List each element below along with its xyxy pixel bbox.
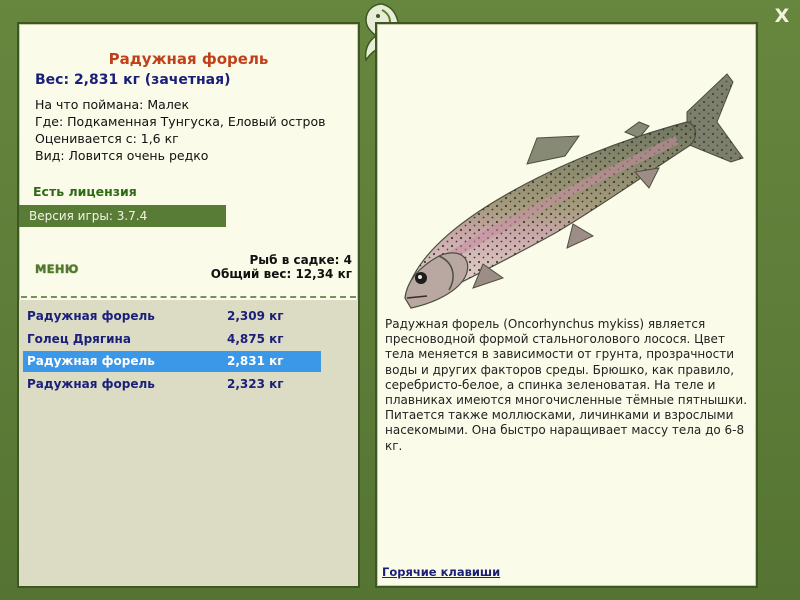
version-bar: Версия игры: 3.7.4 [19, 205, 226, 227]
catch-name: Радужная форель [27, 309, 155, 323]
catch-weight: 4,875 кг [227, 331, 284, 346]
fish-weight: Вес: 2,831 кг (зачетная) [35, 72, 231, 88]
catch-name: Радужная форель [27, 376, 155, 391]
rarity-info: Вид: Ловится очень редко [35, 148, 209, 163]
cage-count: Рыб в садке: 4 [249, 253, 353, 267]
catch-weight: 2,309 кг [227, 309, 284, 323]
cage-total-weight: Общий вес: 12,34 кг [210, 267, 352, 281]
catch-list: Радужная форель 2,309 кг Голец Дрягина 4… [23, 306, 321, 396]
catch-row[interactable]: Радужная форель 2,831 кг [23, 351, 321, 372]
valuation-info: Оценивается с: 1,6 кг [35, 131, 179, 146]
fish-info-panel: Радужная форель Вес: 2,831 кг (зачетная)… [17, 22, 360, 588]
location-info: Где: Подкаменная Тунгуска, Еловый остров [35, 114, 326, 129]
catch-row[interactable]: Радужная форель 2,323 кг [23, 374, 321, 395]
divider [21, 296, 356, 298]
catch-list-area: Радужная форель 2,309 кг Голец Дрягина 4… [19, 300, 358, 586]
hotkeys-link[interactable]: Горячие клавиши [382, 565, 500, 579]
catch-weight: 2,831 кг [227, 354, 284, 368]
fish-description-panel: Радужная форель (Oncorhynchus mykiss) яв… [375, 22, 758, 588]
fish-title: Радужная форель [108, 50, 269, 68]
cage-summary: Рыб в садке: 4 Общий вес: 12,34 кг [211, 253, 352, 281]
catch-weight: 2,323 кг [227, 376, 284, 391]
fish-details: На что поймана: Малек Где: Подкаменная Т… [35, 96, 325, 164]
fish-description: Радужная форель (Oncorhynchus mykiss) яв… [385, 317, 748, 453]
catch-name: Радужная форель [27, 354, 155, 368]
bait-info: На что поймана: Малек [35, 97, 190, 112]
menu-button[interactable]: МЕНЮ [35, 262, 79, 276]
catch-name: Голец Дрягина [27, 331, 131, 346]
license-status: Есть лицензия [33, 184, 137, 199]
catch-row[interactable]: Голец Дрягина 4,875 кг [23, 329, 321, 350]
catch-row[interactable]: Радужная форель 2,309 кг [23, 306, 321, 327]
trout-image [404, 73, 744, 309]
close-button[interactable]: X [770, 4, 794, 28]
